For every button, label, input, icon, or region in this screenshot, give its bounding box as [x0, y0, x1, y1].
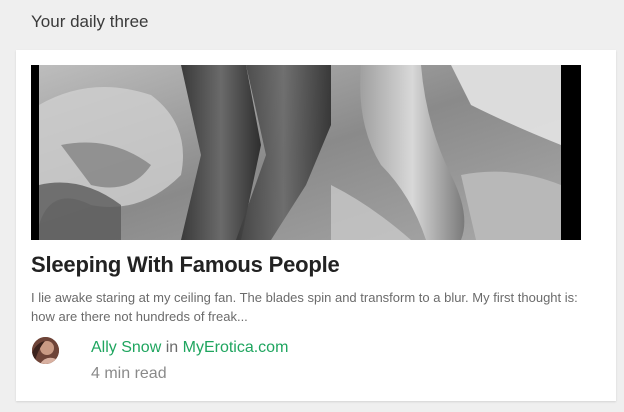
post-thumbnail-image[interactable] [31, 65, 581, 240]
post-title[interactable]: Sleeping With Famous People [31, 252, 340, 278]
post-excerpt: I lie awake staring at my ceiling fan. T… [31, 290, 578, 324]
post-card[interactable]: Sleeping With Famous People I lie awake … [16, 50, 616, 401]
in-label: in [165, 339, 179, 356]
page: Your daily three Sleeping With Famous Pe… [0, 0, 624, 412]
thumbnail-photo-icon [31, 65, 581, 240]
author-avatar[interactable] [32, 337, 59, 364]
publication-link[interactable]: MyErotica.com [183, 339, 289, 356]
section-title: Your daily three [31, 12, 149, 31]
avatar-photo-icon [32, 337, 59, 364]
author-link[interactable]: Ally Snow [91, 339, 161, 356]
read-time: 4 min read [91, 365, 167, 382]
byline: Ally Snow in MyErotica.com [91, 339, 288, 357]
